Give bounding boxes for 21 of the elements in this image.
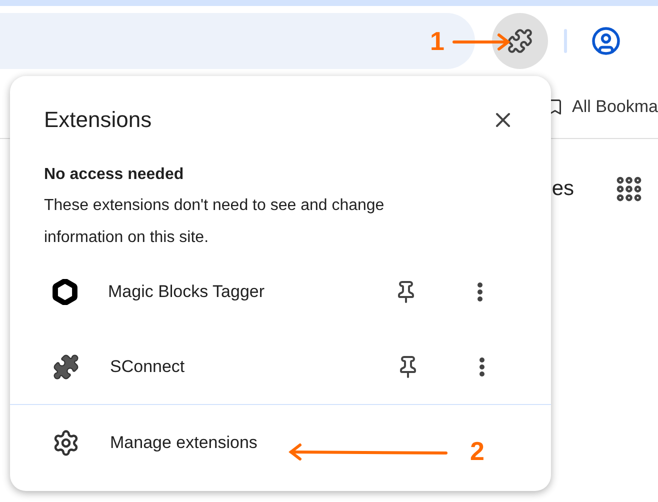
extension-name[interactable]: Magic Blocks Tagger	[108, 282, 378, 302]
popup-title: Extensions	[44, 107, 152, 133]
extension-name[interactable]: SConnect	[110, 356, 380, 376]
section-title: No access needed	[44, 166, 185, 184]
puzzle-piece-icon	[52, 352, 80, 380]
profile-button[interactable]	[591, 26, 621, 56]
annotation-number: 1	[430, 26, 444, 57]
annotation-number: 2	[470, 436, 484, 467]
section-description: These extensions don't need to see and change information on this site.	[44, 196, 386, 248]
more-options-icon	[479, 356, 485, 376]
bookmarks-item[interactable]: All Bookma	[572, 97, 658, 117]
profile-icon	[591, 26, 621, 56]
more-options-button[interactable]	[477, 354, 487, 378]
arrow	[452, 33, 511, 50]
page-text: es	[552, 177, 574, 201]
more-options-button[interactable]	[475, 280, 485, 304]
gear-icon	[52, 429, 80, 457]
apps-grid-icon[interactable]	[614, 174, 644, 204]
more-options-icon	[477, 282, 483, 302]
hexagon-icon	[52, 278, 78, 304]
puzzle-piece-icon	[507, 28, 533, 54]
